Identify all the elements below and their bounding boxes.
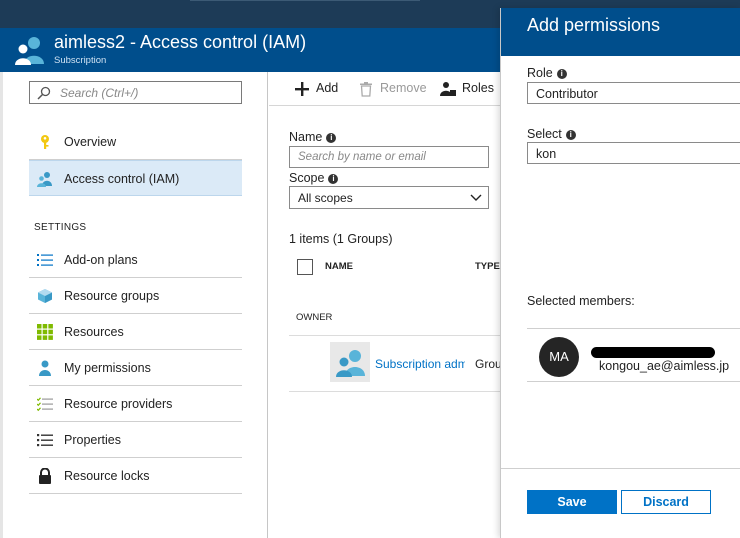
role-label: Role i (527, 66, 567, 80)
page-title: aimless2 - Access control (IAM) (54, 32, 307, 52)
member-email: kongou_ae@aimless.jp (599, 359, 730, 373)
trash-icon (360, 82, 372, 97)
menu-item-label: Resource groups (64, 289, 160, 303)
resource-menu: Search (Ctrl+/) Overview Access control … (0, 72, 268, 538)
person-icon (39, 360, 51, 376)
menu-item-resource-locks[interactable]: Resource locks (29, 458, 242, 494)
page-subtitle: Subscription (54, 55, 107, 66)
lock-icon (39, 468, 51, 484)
menu-item-add-on-plans[interactable]: Add-on plans (29, 242, 242, 278)
scope-dropdown[interactable]: All scopes (289, 186, 489, 209)
panel-title: Add permissions (527, 15, 661, 35)
menu-edge (0, 72, 3, 538)
users-icon (37, 172, 52, 187)
scope-selected-value: All scopes (298, 191, 353, 205)
row-type: Group (475, 357, 500, 371)
info-icon: i (328, 174, 339, 184)
menu-item-label: Resource locks (64, 469, 150, 483)
menu-item-label: Overview (64, 135, 117, 149)
select-search-input[interactable]: kon (527, 142, 740, 164)
roles-label: Roles (462, 81, 494, 95)
menu-item-resource-groups[interactable]: Resource groups (29, 278, 242, 314)
search-placeholder: Search (Ctrl+/) (60, 86, 139, 100)
chevron-down-icon (470, 194, 482, 201)
items-count: 1 items (1 Groups) (289, 232, 393, 246)
name-search-placeholder: Search by name or email (298, 151, 426, 163)
table-row[interactable]: Subscription admins Group (289, 336, 500, 390)
iam-content: Add Remove Roles Name i Search by name or… (269, 72, 500, 538)
roles-icon (440, 82, 456, 96)
footer-divider (501, 468, 740, 469)
blade-header: aimless2 - Access control (IAM) Subscrip… (0, 28, 500, 72)
properties-icon (37, 434, 53, 447)
scope-label-text: Scope (289, 171, 325, 185)
key-icon (41, 135, 49, 149)
menu-item-label: Resources (64, 325, 124, 339)
menu-item-my-permissions[interactable]: My permissions (29, 350, 242, 386)
plus-icon (295, 82, 309, 96)
info-icon: i (565, 130, 576, 140)
settings-section-label: SETTINGS (34, 222, 87, 233)
cube-icon (38, 289, 52, 303)
role-label-text: Role (527, 66, 553, 80)
menu-item-label: Resource providers (64, 397, 173, 411)
member-avatar: MA (539, 337, 579, 377)
row-name-link[interactable]: Subscription admins (375, 357, 465, 371)
menu-item-label: Properties (64, 433, 121, 447)
remove-label: Remove (380, 81, 427, 95)
menu-item-resources[interactable]: Resources (29, 314, 242, 350)
select-all-checkbox[interactable] (297, 259, 313, 275)
role-value: Contributor (536, 87, 598, 101)
column-header-name[interactable]: NAME (325, 261, 353, 272)
save-button[interactable]: Save (527, 490, 617, 514)
add-label: Add (316, 81, 339, 95)
name-filter-label: Name i (289, 130, 337, 144)
scope-filter-label: Scope i (289, 171, 339, 185)
name-search-input[interactable]: Search by name or email (289, 146, 489, 168)
table-header: NAME TYPE (289, 256, 500, 286)
group-avatar-icon (330, 342, 370, 382)
top-bar-divider (190, 0, 420, 1)
info-icon: i (556, 69, 567, 79)
grid-icon (37, 324, 53, 340)
menu-search-input[interactable]: Search (Ctrl+/) (29, 81, 242, 104)
role-dropdown[interactable]: Contributor (527, 82, 740, 104)
checklist-icon (37, 397, 53, 412)
menu-item-properties[interactable]: Properties (29, 422, 242, 458)
row-divider (289, 391, 500, 392)
selected-members-label: Selected members: (527, 294, 635, 308)
select-label: Select i (527, 127, 576, 141)
select-label-text: Select (527, 127, 562, 141)
menu-item-label: Access control (IAM) (64, 172, 180, 186)
menu-item-resource-providers[interactable]: Resource providers (29, 386, 242, 422)
users-icon (15, 37, 44, 65)
info-icon: i (326, 133, 337, 143)
panel-header: Add permissions (501, 8, 740, 56)
selected-member-item[interactable]: MA kongou_ae@aimless.jp (527, 328, 740, 382)
command-bar: Add Remove Roles (269, 72, 500, 106)
search-icon (37, 86, 51, 100)
menu-item-access-control[interactable]: Access control (IAM) (29, 160, 242, 196)
group-header-owner: OWNER (296, 312, 333, 323)
select-input-value: kon (536, 147, 557, 161)
add-permissions-panel: Add permissions Role i Contributor Select… (500, 8, 740, 538)
menu-item-label: Add-on plans (64, 253, 138, 267)
menu-item-label: My permissions (64, 361, 151, 375)
list-icon (37, 254, 53, 266)
menu-item-overview[interactable]: Overview (29, 124, 242, 160)
name-label-text: Name (289, 130, 323, 144)
redacted-member-name (591, 347, 715, 358)
discard-button[interactable]: Discard (621, 490, 711, 514)
column-header-type[interactable]: TYPE (475, 261, 500, 272)
